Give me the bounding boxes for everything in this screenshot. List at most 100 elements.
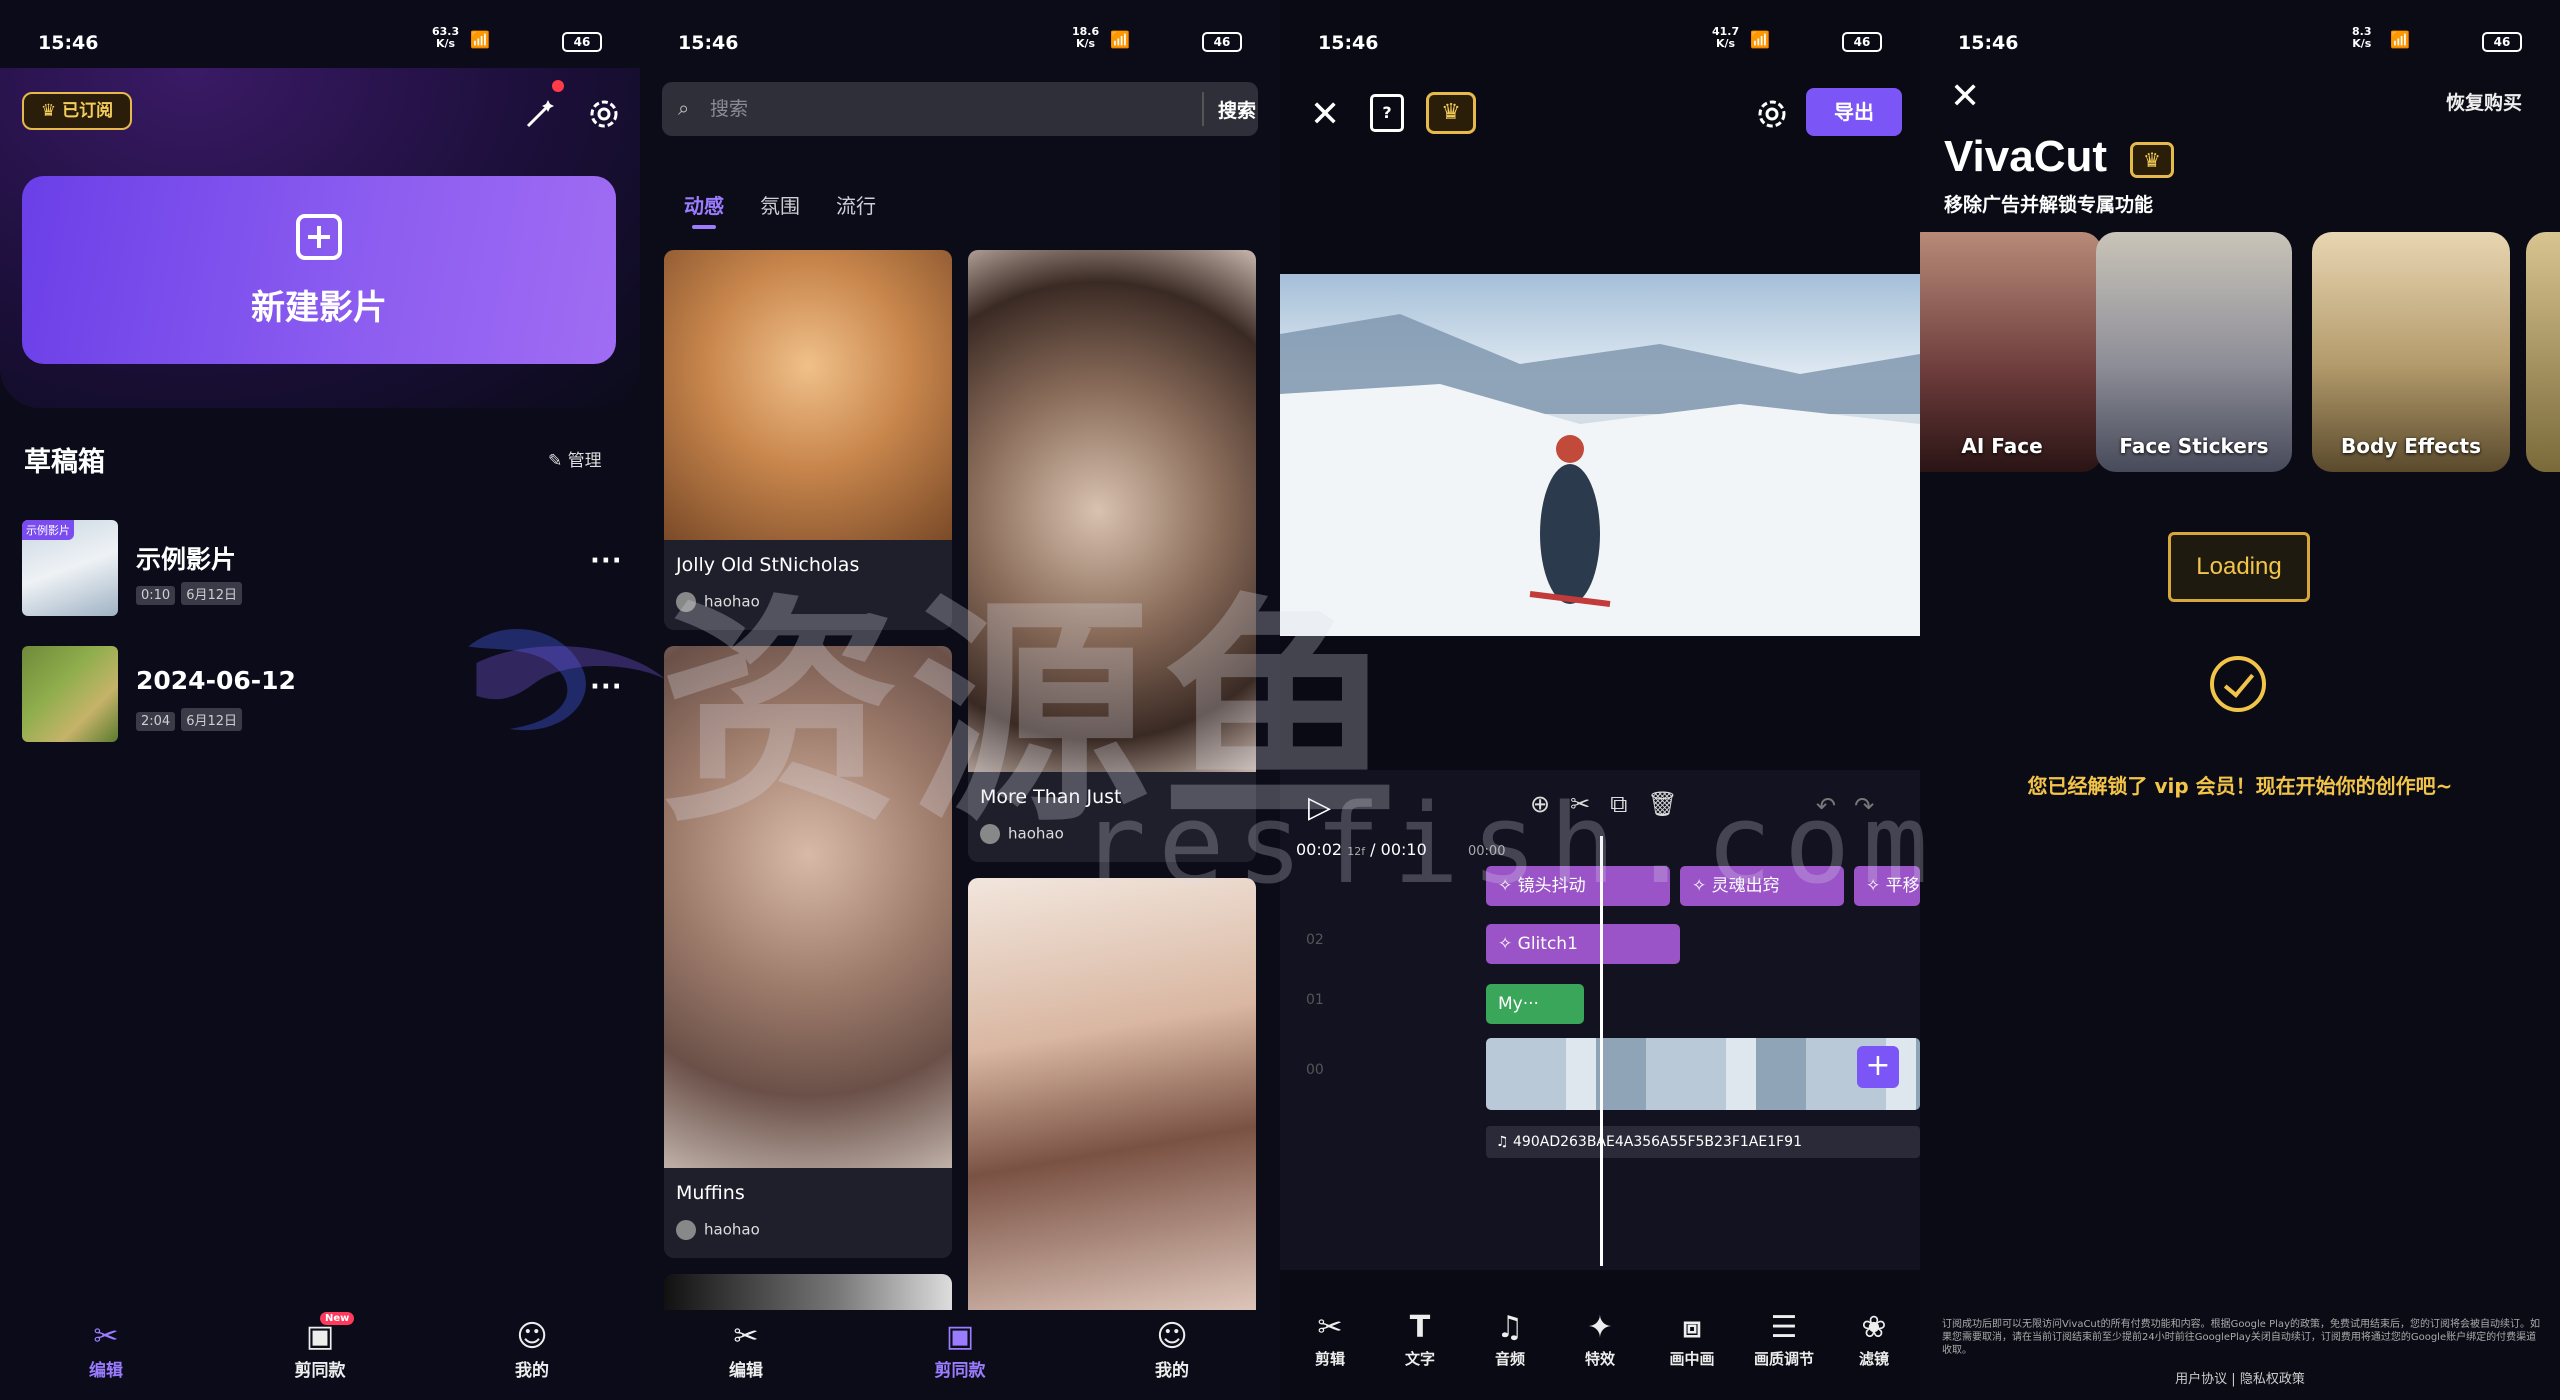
author-name: haohao bbox=[704, 1220, 760, 1239]
draft-item[interactable]: 2024-06-12 2:04 6月12日 ··· bbox=[22, 646, 622, 746]
crown-icon: ♛ bbox=[40, 101, 57, 121]
close-icon[interactable]: ✕ bbox=[1950, 76, 1980, 117]
feature-card[interactable]: Face Stickers bbox=[2096, 232, 2292, 472]
nav-templates[interactable]: ▣ 剪同款 bbox=[900, 1318, 1020, 1381]
magic-wand-icon[interactable] bbox=[522, 96, 558, 132]
user-icon: ☺ bbox=[1156, 1319, 1188, 1354]
policy-links[interactable]: 用户协议 | 隐私权政策 bbox=[1920, 1368, 2560, 1387]
tool-adjust[interactable]: ☰ 画质调节 bbox=[1744, 1308, 1824, 1369]
audio-clip-label: 490AD263BAE4A356A55F5B23F1AE1F91 bbox=[1513, 1134, 1802, 1150]
manage-label: 管理 bbox=[567, 451, 602, 471]
drafts-title: 草稿箱 bbox=[24, 447, 105, 478]
nav-edit[interactable]: ✂ 编辑 bbox=[46, 1318, 166, 1381]
more-options-icon[interactable]: ··· bbox=[590, 672, 623, 702]
sample-tag: 示例影片 bbox=[22, 520, 74, 540]
status-time: 15:46 bbox=[1318, 32, 1379, 54]
search-input[interactable] bbox=[710, 92, 1110, 126]
vip-subtitle: 移除广告并解锁专属功能 bbox=[1944, 194, 2154, 216]
template-card[interactable] bbox=[968, 878, 1256, 1326]
status-time: 15:46 bbox=[1958, 32, 2019, 54]
status-time: 15:46 bbox=[38, 32, 99, 54]
bottom-nav: ✂ 编辑 ▣ New 剪同款 ☺ 我的 bbox=[0, 1310, 640, 1400]
draft-item[interactable]: 示例影片 示例影片 0:10 6月12日 ··· bbox=[22, 520, 622, 620]
status-bar: 15:46 41.7 K/s 📶 46 bbox=[1280, 0, 1920, 68]
tool-label: 画中画 bbox=[1669, 1350, 1715, 1368]
search-button[interactable]: 搜索 bbox=[1218, 96, 1256, 123]
tab-atmosphere[interactable]: 氛围 bbox=[760, 190, 800, 219]
more-options-icon[interactable]: ··· bbox=[590, 546, 623, 576]
nav-profile-label: 我的 bbox=[1155, 1361, 1189, 1381]
track-label: 00 bbox=[1306, 1062, 1324, 1078]
tool-label: 特效 bbox=[1584, 1350, 1615, 1368]
nav-profile[interactable]: ☺ 我的 bbox=[1112, 1318, 1232, 1381]
tool-label: 滤镜 bbox=[1858, 1350, 1889, 1368]
effect-clip[interactable]: ✧ Glitch1 bbox=[1486, 924, 1680, 964]
feature-card[interactable]: Body Effects bbox=[2312, 232, 2510, 472]
battery-icon: 46 bbox=[1842, 32, 1882, 52]
audio-track[interactable]: ♫ 490AD263BAE4A356A55F5B23F1AE1F91 bbox=[1486, 1126, 1920, 1158]
gear-icon[interactable] bbox=[586, 96, 622, 132]
nav-templates[interactable]: ▣ New 剪同款 bbox=[260, 1312, 380, 1381]
scissors-icon: ✂ bbox=[733, 1319, 759, 1354]
tool-filter[interactable]: ❀ 滤镜 bbox=[1834, 1308, 1914, 1369]
tab-popular[interactable]: 流行 bbox=[836, 190, 876, 219]
gear-icon[interactable] bbox=[1754, 96, 1790, 132]
export-button[interactable]: 导出 bbox=[1806, 88, 1902, 136]
nav-profile-label: 我的 bbox=[515, 1361, 549, 1381]
tool-edit[interactable]: ✂ 剪辑 bbox=[1290, 1308, 1370, 1369]
search-bar: ⌕ 搜索 bbox=[662, 82, 1258, 136]
nav-edit[interactable]: ✂ 编辑 bbox=[686, 1318, 806, 1381]
text-clip[interactable]: My··· bbox=[1486, 984, 1584, 1024]
subscribed-badge[interactable]: ♛ 已订阅 bbox=[22, 92, 132, 130]
status-time: 15:46 bbox=[678, 32, 739, 54]
tool-effects[interactable]: ✦ 特效 bbox=[1560, 1308, 1640, 1369]
draft-duration: 0:10 bbox=[136, 586, 176, 605]
template-author: haohao bbox=[676, 1220, 760, 1240]
user-icon: ☺ bbox=[516, 1319, 548, 1354]
feature-card[interactable] bbox=[2526, 232, 2560, 472]
draft-name: 示例影片 bbox=[136, 545, 237, 574]
subscription-terms: 订阅成功后即可以无限访问VivaCut的所有付费功能和内容。根据Google P… bbox=[1942, 1319, 2540, 1356]
feature-label: Face Stickers bbox=[2119, 434, 2269, 458]
manage-button[interactable]: ✎ 管理 bbox=[548, 446, 602, 471]
nav-templates-label: 剪同款 bbox=[934, 1361, 986, 1381]
feature-label: AI Face bbox=[1961, 434, 2043, 458]
music-icon: ♫ bbox=[1496, 1134, 1509, 1150]
nav-templates-label: 剪同款 bbox=[294, 1361, 346, 1381]
feature-card[interactable]: AI Face bbox=[1920, 232, 2102, 472]
track-label: 01 bbox=[1306, 992, 1324, 1008]
new-film-button[interactable]: 新建影片 bbox=[22, 176, 616, 364]
wifi-signal-icon: 📶 bbox=[470, 30, 492, 49]
tool-text[interactable]: T 文字 bbox=[1380, 1308, 1460, 1369]
video-track[interactable] bbox=[1486, 1038, 1920, 1110]
add-clip-button[interactable]: + bbox=[1857, 1046, 1899, 1088]
nav-profile[interactable]: ☺ 我的 bbox=[472, 1318, 592, 1381]
help-icon[interactable]: ? bbox=[1370, 94, 1404, 132]
tool-audio[interactable]: ♫ 音频 bbox=[1470, 1308, 1550, 1369]
network-speed: 41.7 K/s bbox=[1712, 25, 1740, 50]
tab-dynamic[interactable]: 动感 bbox=[684, 190, 724, 229]
adjust-icon: ☰ bbox=[1770, 1310, 1798, 1345]
nav-edit-label: 编辑 bbox=[89, 1361, 123, 1381]
template-icon: ▣ bbox=[305, 1319, 335, 1354]
filter-icon: ❀ bbox=[1861, 1310, 1887, 1345]
loading-button[interactable]: Loading bbox=[2168, 532, 2310, 602]
editor-toolbar: ✂ 剪辑 T 文字 ♫ 音频 ✦ 特效 ⧈ 画中画 ☰ 画质调节 ❀ 滤镜 bbox=[1280, 1308, 1920, 1400]
search-divider bbox=[1202, 92, 1204, 126]
tool-label: 画质调节 bbox=[1753, 1350, 1814, 1368]
template-icon: ▣ bbox=[945, 1319, 975, 1354]
new-badge: New bbox=[320, 1312, 355, 1325]
crown-icon: ♛ bbox=[2130, 142, 2174, 178]
music-icon: ♫ bbox=[1496, 1310, 1524, 1345]
status-bar: 15:46 8.3 K/s 📶 46 bbox=[1920, 0, 2560, 68]
network-speed: 8.3 K/s bbox=[2352, 25, 2372, 50]
vip-unlock-screen: 15:46 8.3 K/s 📶 46 ✕ 恢复购买 VivaCut ♛ 移除广告… bbox=[1920, 0, 2560, 1400]
close-icon[interactable]: ✕ bbox=[1310, 94, 1340, 135]
status-bar: 15:46 63.3 K/s 📶 46 bbox=[0, 0, 640, 68]
restore-purchase-button[interactable]: 恢复购买 bbox=[2446, 88, 2522, 115]
vip-badge-icon[interactable]: ♛ bbox=[1426, 92, 1476, 134]
wifi-signal-icon: 📶 bbox=[1750, 30, 1772, 49]
text-icon: T bbox=[1409, 1310, 1431, 1345]
brand-logo: VivaCut bbox=[1944, 132, 2108, 181]
tool-pip[interactable]: ⧈ 画中画 bbox=[1652, 1308, 1732, 1369]
